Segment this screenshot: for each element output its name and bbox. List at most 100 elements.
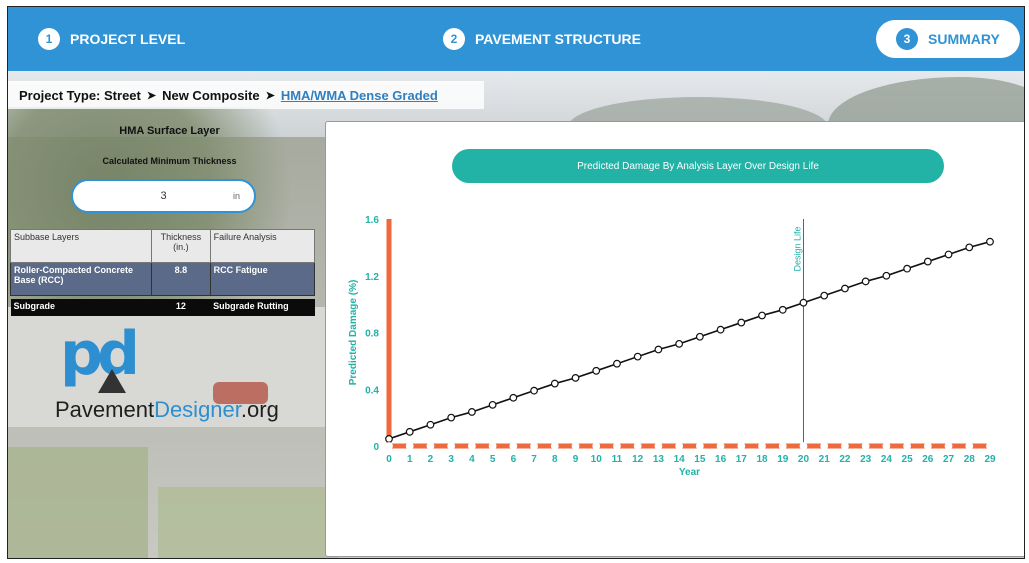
data-point: [509, 442, 518, 450]
circle-arrow-right-icon: ➤: [146, 89, 157, 102]
x-tick-label: 28: [964, 454, 976, 465]
data-point: [592, 442, 601, 450]
x-tick-label: 7: [531, 454, 537, 465]
x-tick-label: 20: [798, 454, 810, 465]
data-point: [426, 420, 435, 429]
data-point: [820, 291, 829, 300]
layer-thickness: 8.8: [151, 262, 211, 296]
data-point: [799, 298, 808, 307]
data-point: [695, 442, 704, 450]
data-point: [944, 442, 953, 450]
data-point: [737, 318, 746, 327]
x-tick-label: 26: [922, 454, 934, 465]
data-point: [778, 305, 787, 314]
data-point: [571, 373, 580, 382]
layer-name: Subgrade: [10, 299, 152, 316]
data-point: [716, 442, 725, 450]
calculated-thickness-label: Calculated Minimum Thickness: [102, 156, 237, 166]
step-project-level[interactable]: 1 PROJECT LEVEL: [38, 28, 185, 50]
y-tick-label: 0: [373, 442, 379, 453]
breadcrumb-link-hma[interactable]: HMA/WMA Dense Graded: [281, 88, 438, 103]
x-tick-label: 8: [552, 454, 558, 465]
x-tick-label: 25: [902, 454, 914, 465]
step-label: PAVEMENT STRUCTURE: [475, 31, 641, 47]
x-tick-label: 16: [715, 454, 727, 465]
data-point: [654, 442, 663, 450]
step-pavement-structure[interactable]: 2 PAVEMENT STRUCTURE: [443, 28, 641, 50]
data-point: [426, 442, 435, 450]
x-tick-label: 27: [943, 454, 955, 465]
step-navigation-bar: 1 PROJECT LEVEL 2 PAVEMENT STRUCTURE 3 S…: [8, 7, 1024, 71]
data-point: [903, 264, 912, 273]
data-point: [882, 271, 891, 280]
x-tick-label: 19: [777, 454, 789, 465]
logo-text: PavementDesigner.org: [55, 397, 279, 422]
y-tick-label: 0.8: [365, 329, 379, 340]
data-point: [633, 442, 642, 450]
data-point: [944, 250, 953, 259]
data-point: [654, 345, 663, 354]
data-point: [695, 332, 704, 341]
data-point: [965, 243, 974, 252]
thickness-unit: in: [232, 191, 240, 201]
data-point: [488, 442, 497, 450]
data-point: [467, 442, 476, 450]
step-number-badge: 2: [443, 28, 465, 50]
data-point: [675, 442, 684, 450]
pavementdesigner-logo: pd PavementDesigner.org: [55, 319, 285, 429]
damage-chart: 0 0.4 0.8 1.2 1.6 Predicted Damage (%) Design …: [348, 215, 996, 478]
y-tick-label: 0.4: [365, 385, 379, 396]
x-tick-label: 14: [674, 454, 686, 465]
data-point: [613, 359, 621, 368]
data-point: [923, 442, 932, 450]
x-tick-label: 24: [881, 454, 893, 465]
data-point: [385, 435, 393, 443]
data-point: [841, 442, 849, 450]
breadcrumb: Project Type: Street ➤ New Composite ➤ H…: [8, 81, 484, 109]
x-tick-label: 11: [612, 454, 623, 465]
x-tick-label: 13: [653, 454, 665, 465]
hma-surface-heading: HMA Surface Layer: [119, 125, 220, 137]
data-point: [758, 442, 766, 450]
app-frame: 1 PROJECT LEVEL 2 PAVEMENT STRUCTURE 3 S…: [7, 6, 1025, 559]
table-row[interactable]: Roller-Compacted Concrete Base (RCC) 8.8…: [9, 262, 316, 296]
data-point: [488, 400, 497, 409]
data-point: [405, 427, 414, 436]
data-point: [447, 442, 456, 450]
data-point: [447, 413, 456, 422]
data-point: [903, 442, 912, 450]
data-point: [633, 352, 642, 361]
data-point: [758, 311, 766, 320]
step-summary[interactable]: 3 SUMMARY: [876, 20, 1020, 58]
x-tick-label: 5: [490, 454, 496, 465]
table-row[interactable]: Subgrade 12 Subgrade Rutting: [10, 299, 315, 316]
road-icon: [98, 369, 126, 393]
x-tick-label: 23: [860, 454, 872, 465]
x-tick-label: 4: [469, 454, 475, 465]
layer-thickness: 12: [151, 299, 211, 316]
thickness-field[interactable]: 3 in: [71, 179, 256, 213]
header-thickness: Thickness (in.): [151, 229, 211, 263]
table-header-row: Subbase Layers Thickness (in.) Failure A…: [9, 229, 316, 263]
breadcrumb-item-street: Street: [104, 87, 141, 103]
damage-chart-panel: Predicted Damage By Analysis Layer Over …: [325, 121, 1024, 557]
breadcrumb-item-new-composite: New Composite: [162, 87, 260, 103]
circle-arrow-right-icon: ➤: [265, 89, 275, 102]
x-tick-label: 12: [632, 454, 644, 465]
x-tick-label: 21: [819, 454, 831, 465]
y-tick-label: 1.6: [365, 215, 379, 226]
step-number-badge: 1: [38, 28, 60, 50]
x-tick-label: 0: [386, 454, 392, 465]
data-point: [509, 393, 518, 402]
data-point: [467, 408, 476, 416]
data-point: [861, 277, 870, 286]
data-point: [571, 442, 580, 450]
step-label: SUMMARY: [928, 31, 1000, 47]
data-point: [820, 442, 829, 450]
data-point: [861, 442, 870, 450]
step-number-badge: 3: [896, 28, 918, 50]
data-point: [405, 442, 414, 450]
layer-failure: RCC Fatigue: [209, 262, 316, 296]
x-tick-label: 17: [736, 454, 748, 465]
data-point: [716, 325, 725, 334]
